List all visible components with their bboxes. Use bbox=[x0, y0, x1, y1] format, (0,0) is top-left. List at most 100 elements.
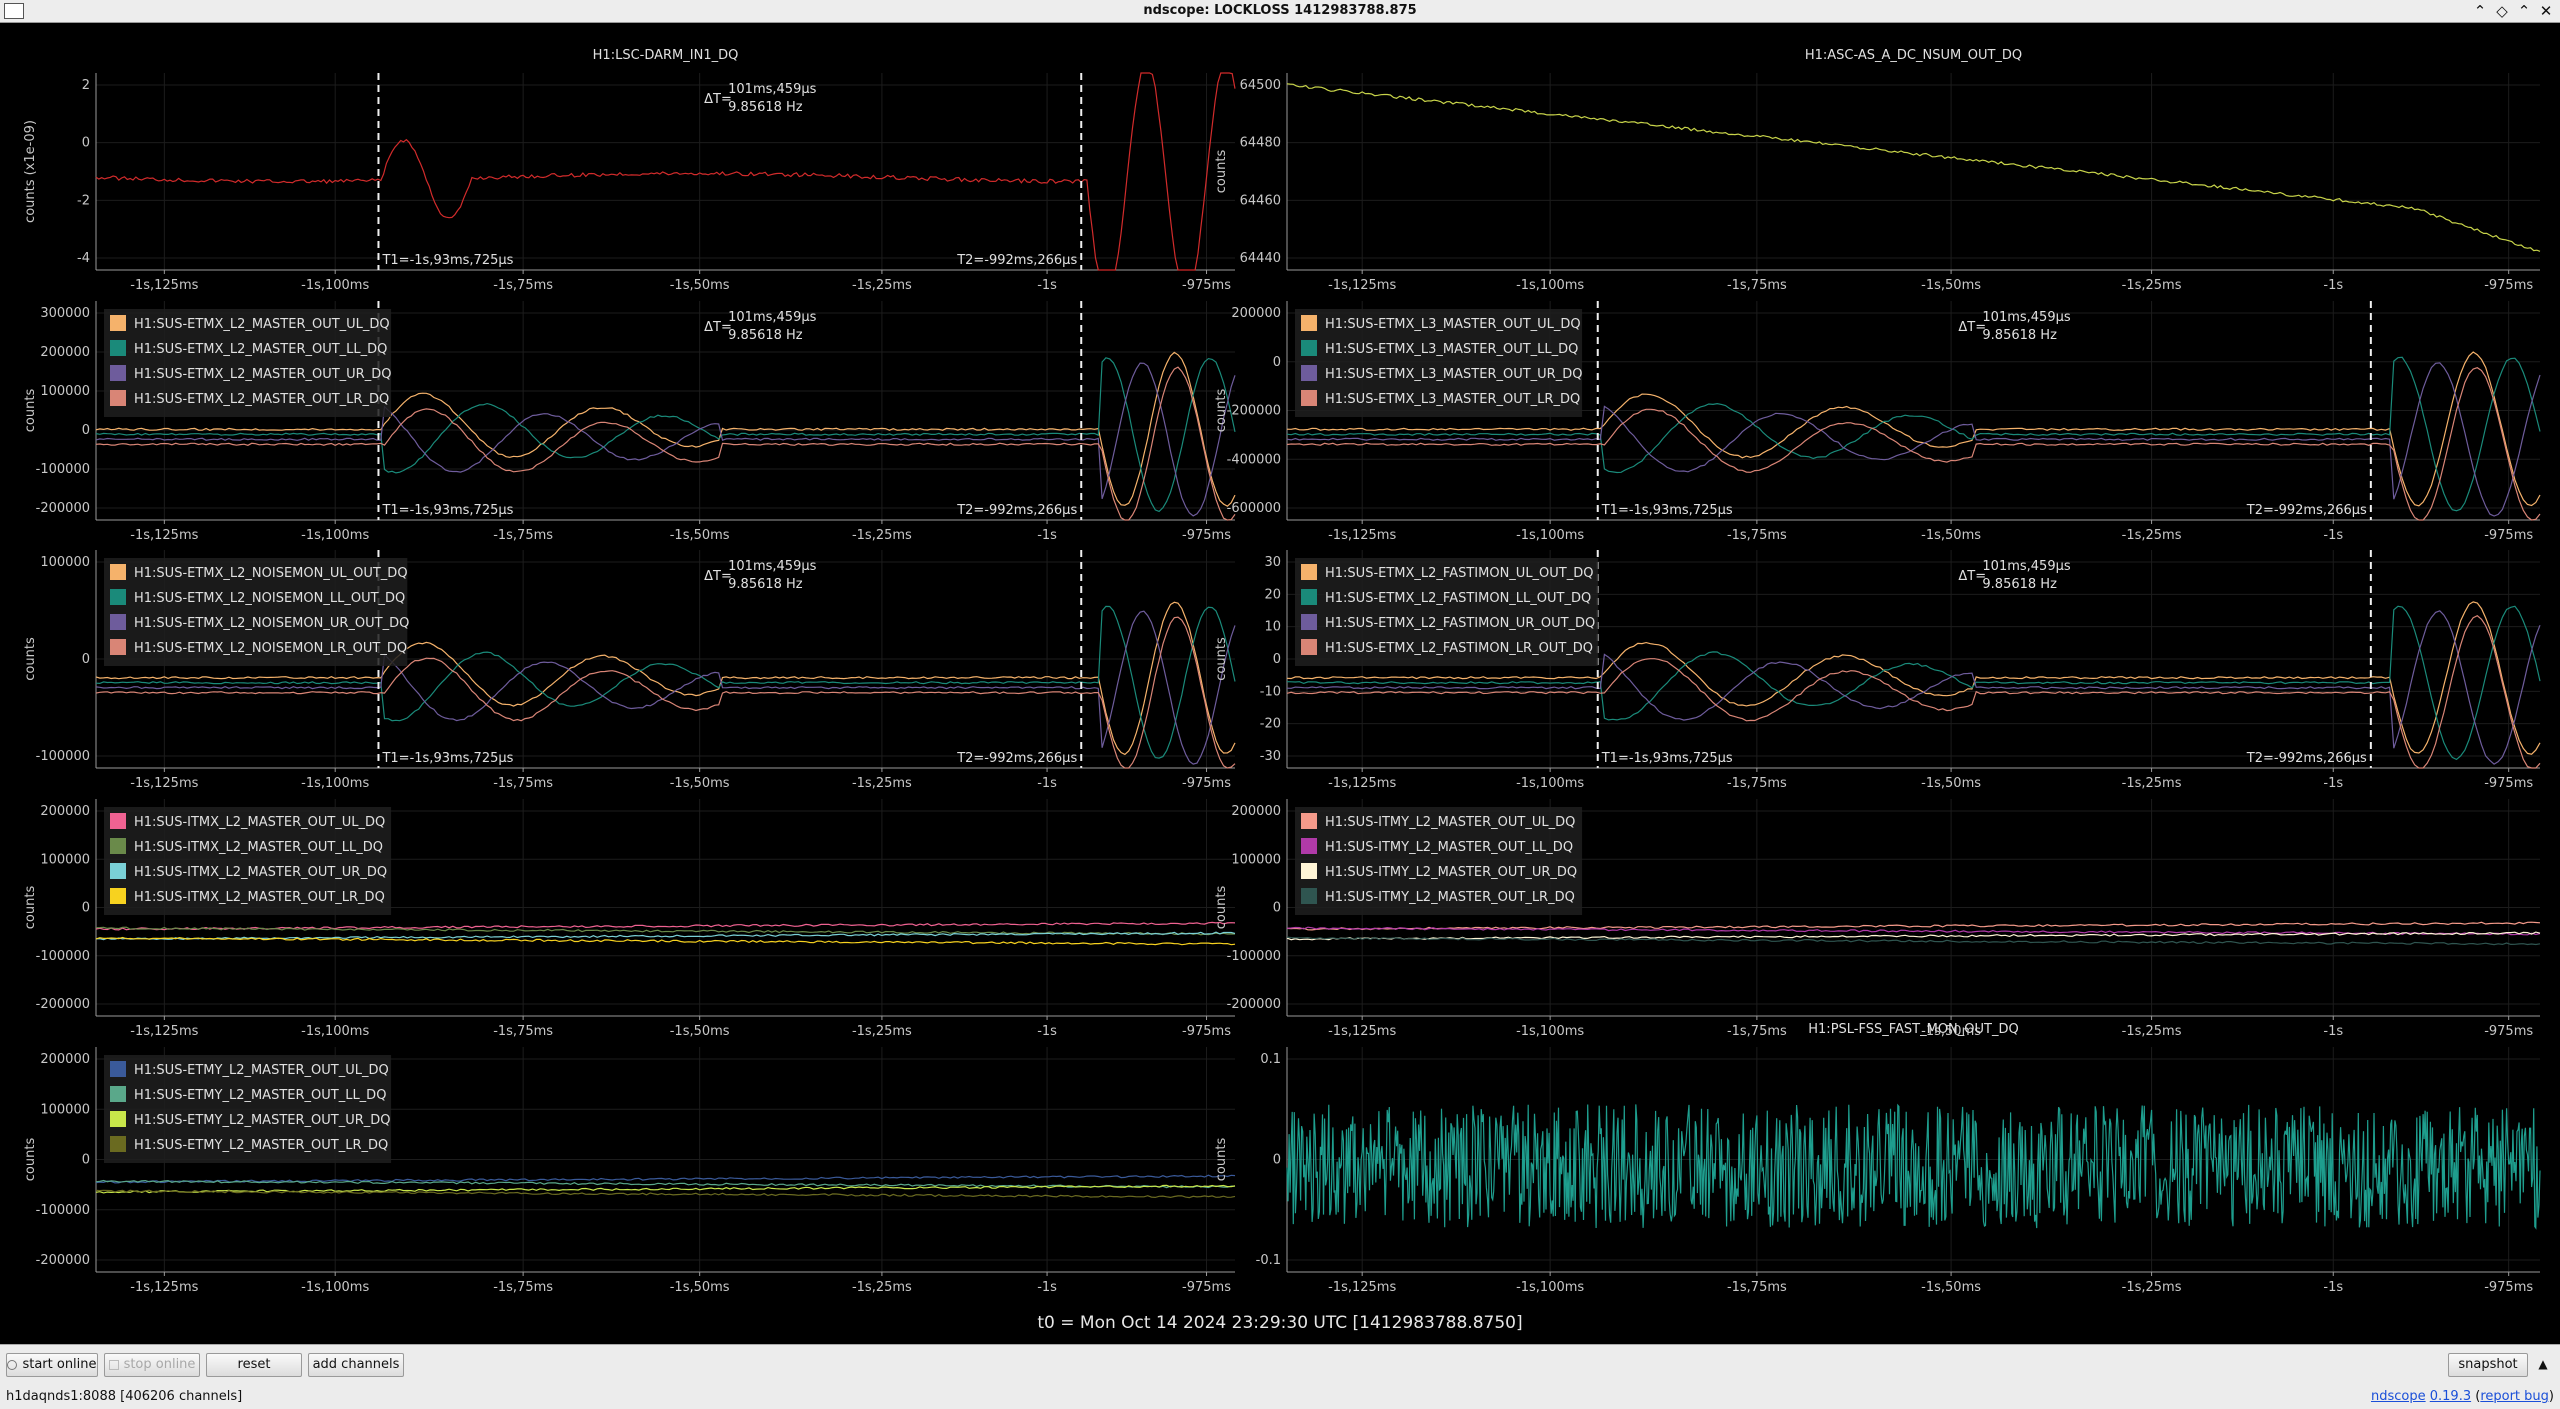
x-tick-label: -1s,75ms bbox=[493, 776, 553, 791]
plot-panel-10[interactable]: 0.1 0 -0.1 -1s,125ms -1s,100ms -1s,75ms -1s,50… bbox=[1214, 1022, 2541, 1295]
x-tick-label: -1s,25ms bbox=[852, 278, 912, 293]
stop-online-button[interactable]: stop online bbox=[104, 1353, 200, 1377]
trace-1 bbox=[95, 1174, 1236, 1184]
version-link[interactable]: 0.19.3 bbox=[2430, 1389, 2471, 1404]
legend-swatch bbox=[110, 340, 126, 356]
y-tick-label: -200000 bbox=[36, 1253, 90, 1268]
y-tick-label: 64500 bbox=[1240, 78, 1281, 93]
x-tick-label: -1s,125ms bbox=[1328, 1280, 1396, 1295]
y-tick-label: 0 bbox=[1273, 355, 1281, 370]
x-tick-label: -975ms bbox=[2484, 278, 2533, 293]
plot-title: H1:PSL-FSS_FAST_MON_OUT_DQ bbox=[1808, 1022, 2018, 1037]
x-tick-label: -1s bbox=[2323, 1024, 2343, 1039]
restore-icon[interactable]: ◇ bbox=[2492, 1, 2512, 21]
x-tick-label: -1s bbox=[1037, 776, 1057, 791]
y-tick-label: -100000 bbox=[36, 749, 90, 764]
y-axis-label: counts bbox=[1214, 150, 1229, 194]
start-online-label: start online bbox=[22, 1357, 97, 1372]
y-axis-label: counts bbox=[1214, 389, 1229, 433]
y-tick-label: 200000 bbox=[40, 804, 90, 819]
trace-1 bbox=[1286, 921, 2541, 931]
plot-panel-4[interactable]: 200000 0 -200000 -400000 -600000 -1s,125ms -1s… bbox=[1214, 301, 2541, 543]
y-axis-label: counts bbox=[1214, 637, 1229, 681]
y-tick-label: 0 bbox=[82, 1153, 90, 1168]
y-tick-label: 20 bbox=[1264, 587, 1281, 602]
legend-label: H1:SUS-ETMX_L3_MASTER_OUT_LL_DQ bbox=[1325, 342, 1578, 357]
cursor-t2-label: T2=-992ms,266µs bbox=[956, 751, 1077, 766]
legend-label: H1:SUS-ETMX_L2_FASTIMON_LR_OUT_DQ bbox=[1325, 641, 1593, 656]
legend-label: H1:SUS-ITMX_L2_MASTER_OUT_UL_DQ bbox=[134, 815, 385, 830]
x-tick-label: -1s,125ms bbox=[1328, 776, 1396, 791]
report-bug-link[interactable]: report bug bbox=[2480, 1389, 2549, 1404]
legend-label: H1:SUS-ETMX_L3_MASTER_OUT_LR_DQ bbox=[1325, 392, 1580, 407]
legend-swatch bbox=[110, 888, 126, 904]
stop-online-label: stop online bbox=[123, 1357, 196, 1372]
app-link[interactable]: ndscope bbox=[2371, 1389, 2426, 1404]
legend-swatch bbox=[110, 1111, 126, 1127]
y-tick-label: 100000 bbox=[40, 555, 90, 570]
plot-panel-7[interactable]: 200000 100000 0 -100000 -200000 -1s,125ms -1s,… bbox=[23, 799, 1236, 1039]
channel-count: [406206 channels] bbox=[120, 1389, 243, 1404]
legend-label: H1:SUS-ETMX_L2_NOISEMON_UR_OUT_DQ bbox=[134, 616, 409, 631]
legend-label: H1:SUS-ETMY_L2_MASTER_OUT_LR_DQ bbox=[134, 1138, 388, 1153]
plot-panel-2[interactable]: 64500 64480 64460 64440 -1s,125ms -1s,100ms -1… bbox=[1214, 48, 2541, 293]
legend-label: H1:SUS-ETMX_L2_MASTER_OUT_LR_DQ bbox=[134, 392, 389, 407]
legend-label: H1:SUS-ETMX_L2_NOISEMON_LR_OUT_DQ bbox=[134, 641, 407, 656]
add-channels-button[interactable]: add channels bbox=[308, 1353, 404, 1377]
window-titlebar: ndscope: LOCKLOSS 1412983788.875 ⌃ ◇ ⌃ ✕ bbox=[0, 0, 2560, 23]
y-tick-label: -10 bbox=[1260, 684, 1281, 699]
plots-canvas[interactable]: 20-2-4-1s,125ms -1s,100ms -1s,75ms -1s,50ms… bbox=[0, 23, 2560, 1343]
plot-panel-1[interactable]: 2 0 -2 -4 -1s,125ms -1s,100ms -1s,75ms -1s,50ms… bbox=[23, 48, 1236, 293]
plot-panel-5[interactable]: 100000 0 -100000 -1s,125ms -1s,100ms -1s,75ms… bbox=[23, 550, 1236, 791]
x-tick-label: -1s,75ms bbox=[493, 278, 553, 293]
plot-panel-8[interactable]: 200000 100000 0 -100000 -200000 -1s,125ms -1s,… bbox=[1214, 799, 2541, 1039]
y-tick-label: 0 bbox=[1273, 1153, 1281, 1168]
legend-swatch bbox=[110, 1136, 126, 1152]
x-tick-label: -1s bbox=[1037, 1024, 1057, 1039]
legend-label: H1:SUS-ETMY_L2_MASTER_OUT_UR_DQ bbox=[134, 1113, 391, 1128]
x-tick-label: -1s,75ms bbox=[1727, 776, 1787, 791]
y-axis-label: counts bbox=[23, 637, 38, 681]
plot-panel-9[interactable]: 200000 100000 0 -100000 -200000 -1s,125ms -1s,… bbox=[23, 1047, 1236, 1295]
t0-label: t0 = Mon Oct 14 2024 23:29:30 UTC [14129… bbox=[1037, 1313, 1523, 1333]
x-tick-label: -1s,125ms bbox=[130, 528, 198, 543]
delta-t-value: 101ms,459µs bbox=[728, 82, 816, 97]
y-tick-label: -100000 bbox=[36, 949, 90, 964]
start-online-button[interactable]: start online bbox=[6, 1353, 98, 1377]
snapshot-button[interactable]: snapshot bbox=[2448, 1353, 2528, 1377]
legend-label: H1:SUS-ITMY_L2_MASTER_OUT_LR_DQ bbox=[1325, 890, 1575, 905]
y-tick-label: -20 bbox=[1260, 717, 1281, 732]
x-tick-label: -1s bbox=[1037, 1280, 1057, 1295]
maximize-icon[interactable]: ⌃ bbox=[2514, 1, 2534, 21]
expand-up-icon[interactable]: ▲ bbox=[2532, 1353, 2554, 1377]
legend-swatch bbox=[1301, 639, 1317, 655]
cursor-t1-label: T1=-1s,93ms,725µs bbox=[1601, 503, 1733, 518]
minimize-icon[interactable]: ⌃ bbox=[2470, 1, 2490, 21]
x-tick-label: -1s bbox=[2323, 278, 2343, 293]
legend-swatch bbox=[110, 365, 126, 381]
plot-grid[interactable]: 2 0 -2 -4 -1s,125ms -1s,100ms -1s,75ms -1s,50ms… bbox=[0, 23, 2560, 1343]
plot-panel-3[interactable]: 300000 200000 100000 0 -100000 -200000 -1s,125… bbox=[23, 301, 1236, 543]
x-tick-label: -1s,125ms bbox=[130, 278, 198, 293]
x-tick-label: -1s,25ms bbox=[2122, 528, 2182, 543]
reset-button[interactable]: reset bbox=[206, 1353, 302, 1377]
trace-3 bbox=[95, 1184, 1236, 1194]
trace-1 bbox=[95, 921, 1236, 931]
y-tick-label: 64440 bbox=[1240, 251, 1281, 266]
x-tick-label: -1s,100ms bbox=[301, 1280, 369, 1295]
x-tick-label: -1s,125ms bbox=[1328, 278, 1396, 293]
close-icon[interactable]: ✕ bbox=[2536, 1, 2556, 21]
y-axis-label: counts bbox=[23, 886, 38, 930]
legend-label: H1:SUS-ETMX_L2_MASTER_OUT_LL_DQ bbox=[134, 342, 387, 357]
stop-online-icon bbox=[108, 1359, 119, 1370]
legend-swatch bbox=[1301, 813, 1317, 829]
y-tick-label: -4 bbox=[77, 251, 90, 266]
plot-panel-6[interactable]: 30 20 10 0 -10 -20 -30 -1s,125ms -1s,100ms -1s,75… bbox=[1214, 550, 2541, 791]
y-tick-label: 0 bbox=[82, 652, 90, 667]
y-tick-label: -600000 bbox=[1227, 501, 1281, 516]
x-tick-label: -1s,75ms bbox=[1727, 278, 1787, 293]
legend-swatch bbox=[1301, 564, 1317, 580]
x-tick-label: -975ms bbox=[1182, 1024, 1231, 1039]
y-tick-label: 0 bbox=[82, 423, 90, 438]
legend-label: H1:SUS-ETMY_L2_MASTER_OUT_UL_DQ bbox=[134, 1063, 389, 1078]
